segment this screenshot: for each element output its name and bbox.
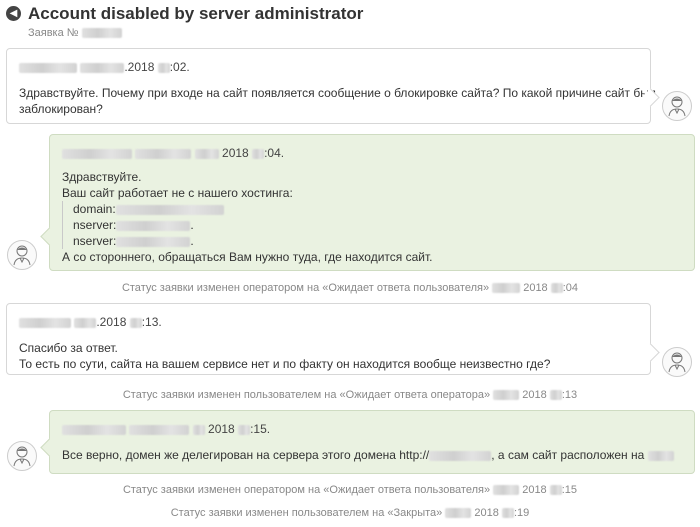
arrow-left-icon[interactable]: ◀: [6, 6, 21, 21]
page-title: Account disabled by server administrator: [28, 4, 364, 23]
message-meta: 2018 :15.: [62, 421, 682, 437]
message-meta: .2018 :02.: [19, 59, 638, 75]
user-avatar-icon: [662, 347, 692, 377]
message-meta: .2018 :13.: [19, 314, 638, 330]
message-text: То есть по сути, сайта на вашем сервисе …: [19, 357, 551, 371]
message-user-1: .2018 :02. Здравствуйте. Почему при вход…: [6, 48, 656, 124]
nserver-line: nserver:.: [73, 234, 194, 248]
user-avatar-icon: [7, 441, 37, 471]
message-operator-2: 2018 :15. Все верно, домен же делегирова…: [49, 410, 695, 474]
status-change: Статус заявки изменен оператором на «Ожи…: [121, 282, 579, 294]
status-change: Статус заявки изменен оператором на «Ожи…: [122, 484, 578, 496]
message-text: Здравствуйте. Почему при входе на сайт п…: [19, 86, 656, 100]
status-change: Статус заявки изменен пользователем на «…: [170, 507, 530, 519]
message-text: Ваш сайт работает не с нашего хостинга:: [62, 186, 293, 200]
message-text: Спасибо за ответ.: [19, 341, 118, 355]
message-meta: 2018 :04.: [62, 145, 682, 161]
message-operator-1: 2018 :04. Здравствуйте. Ваш сайт работае…: [49, 134, 695, 271]
message-text: А со стороннего, обращаться Вам нужно ту…: [62, 250, 433, 264]
message-text: Все верно, домен же делегирован на серве…: [62, 447, 682, 463]
nserver-line: nserver:.: [73, 218, 194, 232]
domain-info-block: domain: nserver:. nserver:.: [62, 201, 682, 249]
ticket-number: Заявка №: [28, 27, 122, 39]
message-text: заблокирован?: [19, 102, 103, 116]
user-avatar-icon: [7, 240, 37, 270]
domain-line: domain:: [71, 201, 682, 217]
message-user-2: .2018 :13. Спасибо за ответ. То есть по …: [6, 303, 651, 375]
user-avatar-icon: [662, 91, 692, 121]
status-change: Статус заявки изменен пользователем на «…: [122, 389, 578, 401]
message-text: Здравствуйте.: [62, 170, 142, 184]
